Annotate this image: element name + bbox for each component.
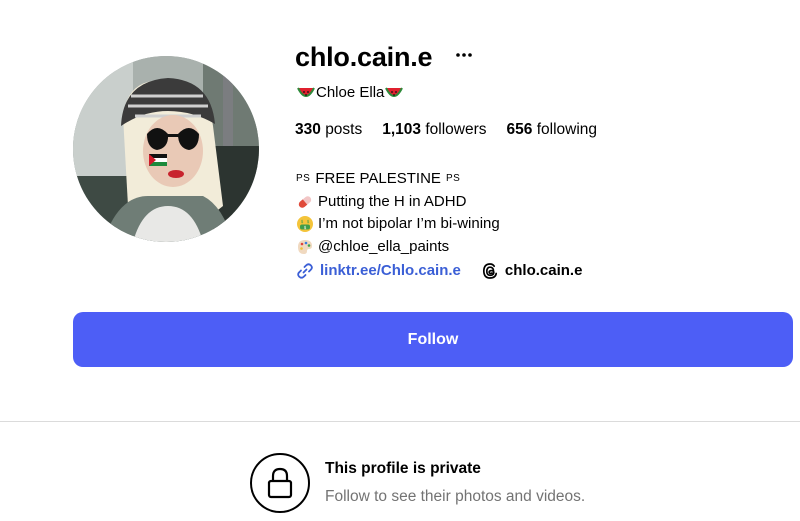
followers-count: 1,103 xyxy=(382,121,422,138)
private-profile-subtitle: Follow to see their photos and videos. xyxy=(325,488,586,505)
lock-icon xyxy=(267,467,293,499)
svg-text:$: $ xyxy=(301,219,304,225)
svg-text:$: $ xyxy=(307,219,310,225)
threads-handle-text: chlo.cain.e xyxy=(504,262,583,279)
followers-label: followers xyxy=(425,121,487,138)
section-divider xyxy=(0,421,800,422)
more-options-button[interactable] xyxy=(455,40,473,70)
bio-text: Putting the H in ADHD xyxy=(318,192,467,210)
following-stat[interactable]: 656 following xyxy=(507,120,598,140)
profile-links: linktr.ee/Chlo.cain.e chlo.cain.e xyxy=(296,261,582,281)
bio-flag-suffix: PS xyxy=(445,173,461,184)
external-link-text: linktr.ee/Chlo.cain.e xyxy=(320,262,461,279)
money-mouth-face-icon: $ $ $ xyxy=(296,215,314,233)
bio-line: $ $ $ I’m not bipolar I’m bi-wining xyxy=(296,213,500,236)
artist-palette-icon xyxy=(296,238,314,256)
profile-avatar[interactable] xyxy=(73,56,259,242)
posts-count: 330 xyxy=(295,121,321,138)
threads-link[interactable]: chlo.cain.e xyxy=(481,261,583,281)
followers-stat[interactable]: 1,103 followers xyxy=(382,120,486,140)
link-icon xyxy=(297,263,313,279)
private-profile-title: This profile is private xyxy=(325,460,481,477)
pill-icon xyxy=(296,193,314,211)
bio-text: FREE PALESTINE xyxy=(315,170,441,187)
bio-line: PS FREE PALESTINE PS xyxy=(296,168,500,191)
following-count: 656 xyxy=(506,121,533,138)
bio-line: @chloe_ella_paints xyxy=(296,236,500,259)
posts-stat: 330 posts xyxy=(295,120,362,140)
profile-username: chlo.cain.e xyxy=(295,42,433,72)
watermelon-icon xyxy=(296,84,316,102)
profile-full-name: Chloe Ella xyxy=(296,83,404,103)
following-label: following xyxy=(536,121,598,138)
more-options-icon xyxy=(456,53,472,57)
bio-flag-prefix: PS xyxy=(296,173,311,184)
full-name-text: Chloe Ella xyxy=(316,84,385,101)
threads-icon xyxy=(482,263,497,279)
profile-page: chlo.cain.e Chloe Ella 330 posts 1,103 f… xyxy=(0,0,800,521)
watermelon-icon xyxy=(384,84,404,102)
external-link[interactable]: linktr.ee/Chlo.cain.e xyxy=(296,261,461,281)
profile-stats: 330 posts 1,103 followers 656 following xyxy=(295,120,617,140)
bio-line: Putting the H in ADHD xyxy=(296,191,500,214)
svg-text:$: $ xyxy=(304,225,307,231)
bio-text: I’m not bipolar I’m bi-wining xyxy=(318,215,500,232)
profile-bio: PS FREE PALESTINE PS Putting the H in AD… xyxy=(296,168,500,258)
lock-icon-circle xyxy=(250,453,310,513)
posts-label: posts xyxy=(325,121,363,138)
follow-button[interactable]: Follow xyxy=(73,312,793,367)
bio-text: @chloe_ella_paints xyxy=(318,237,450,255)
